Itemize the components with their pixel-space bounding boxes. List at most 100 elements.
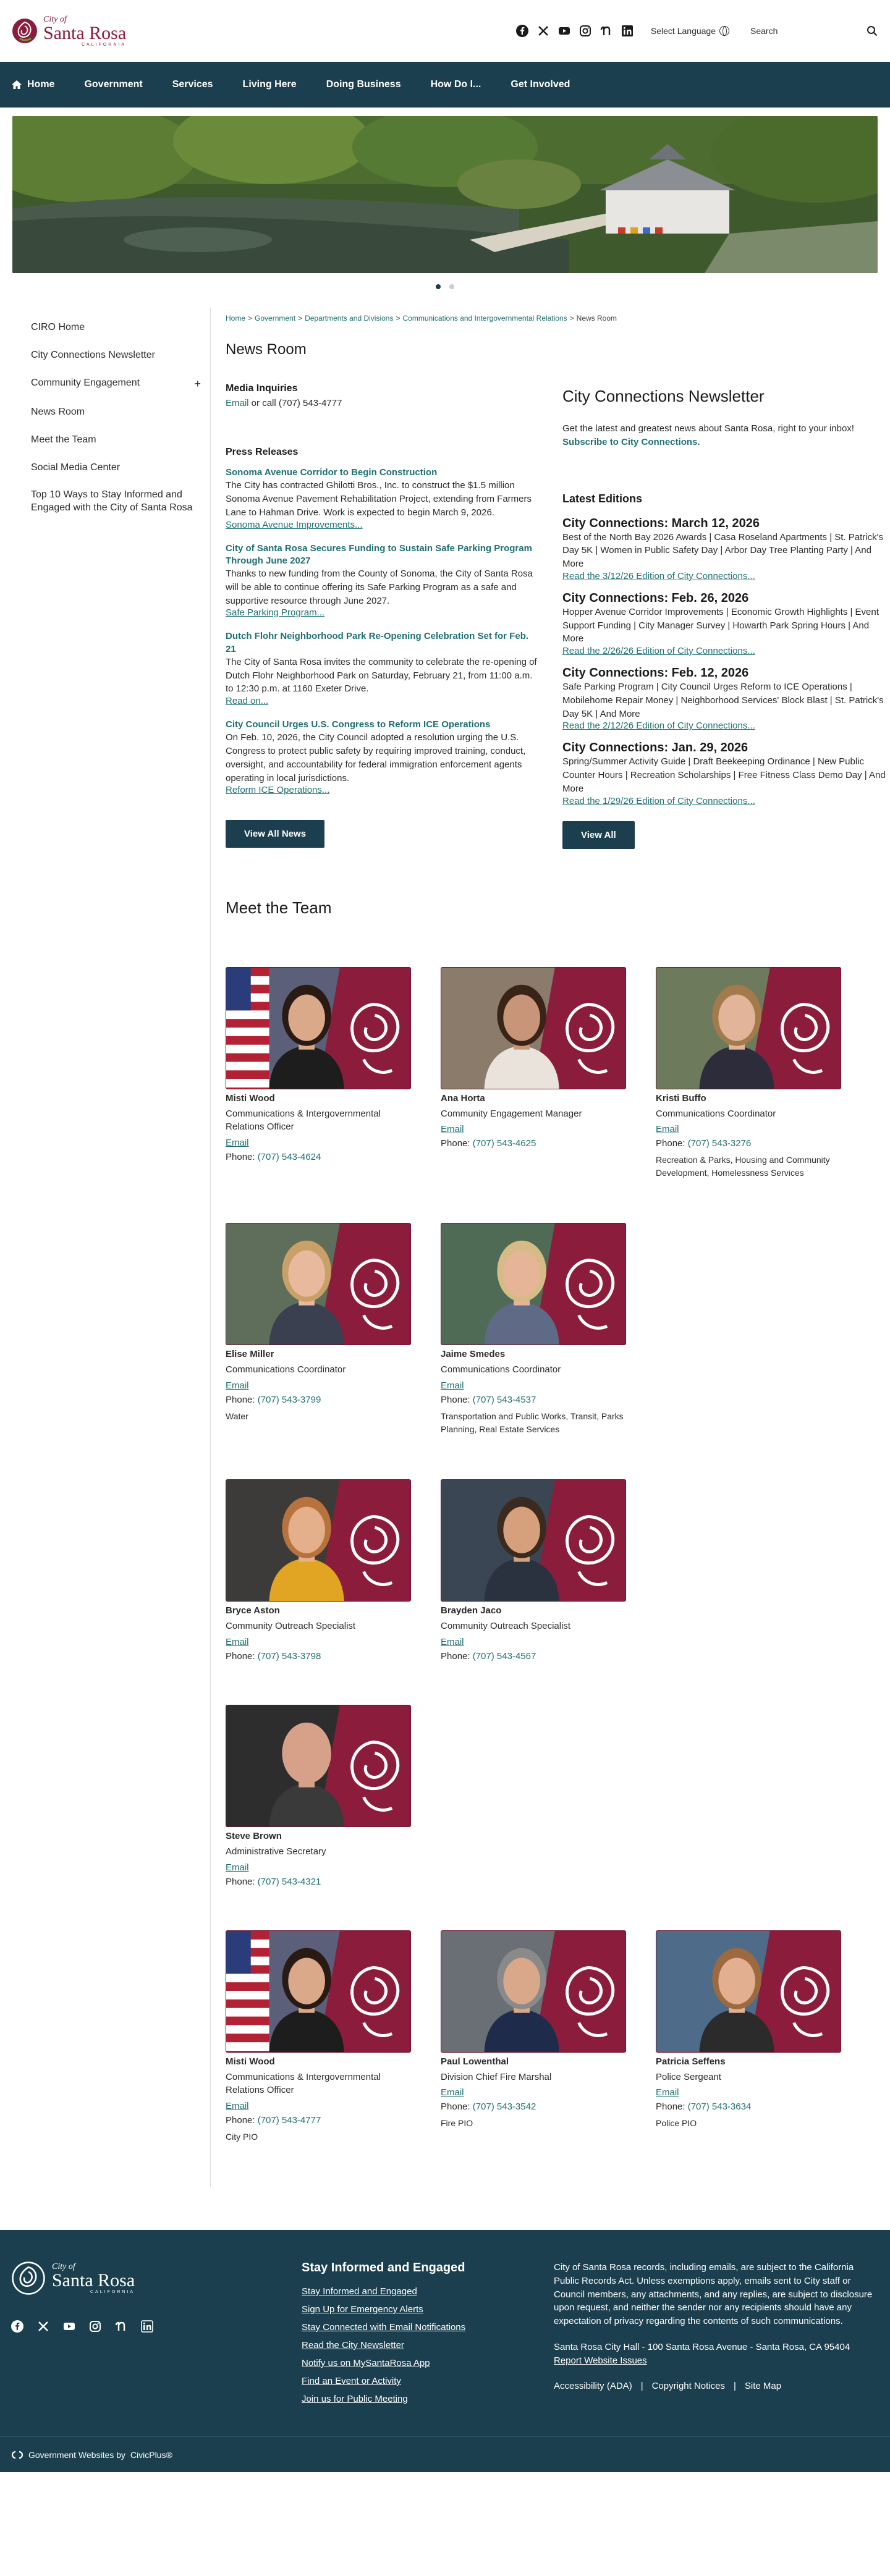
phone-link[interactable]: (707) 543-3634 [688,2101,752,2112]
footer-link[interactable]: Read the City Newsletter [302,2340,554,2350]
facebook-icon[interactable] [515,25,528,37]
team-member-email-link[interactable]: Email [441,2087,626,2098]
footer-link[interactable]: Sign Up for Emergency Alerts [302,2304,554,2315]
city-logo[interactable]: City of Santa Rosa CALIFORNIA [11,15,126,47]
edition-link[interactable]: Read the 3/12/26 Edition of City Connect… [562,571,890,581]
team-member-email-link[interactable]: Email [441,1637,626,1647]
sidebar-item-newsletter[interactable]: City Connections Newsletter [31,342,201,370]
team-photo-art [226,1930,410,2052]
logo-state-text: CALIFORNIA [82,42,127,47]
nav-government[interactable]: Government [69,62,157,108]
press-release-link[interactable]: Read on... [226,696,538,706]
footer-link[interactable]: Stay Connected with Email Notifications [302,2322,554,2333]
media-email-link[interactable]: Email [226,398,249,408]
team-member-email-link[interactable]: Email [656,2087,841,2098]
edition-link[interactable]: Read the 2/26/26 Edition of City Connect… [562,646,890,656]
instagram-icon[interactable] [579,25,591,37]
sidebar-item-meet-the-team[interactable]: Meet the Team [31,426,201,454]
nav-doing-business[interactable]: Doing Business [312,62,416,108]
team-member-name: Kristi Buffo [656,1092,706,1104]
phone-link[interactable]: (707) 543-4625 [473,1138,536,1149]
edition-summary: Hopper Avenue Corridor Improvements | Ec… [562,606,879,644]
language-selector[interactable]: Select Language [651,26,729,36]
team-photo-art [226,1480,410,1601]
team-member-photo [226,966,411,1089]
nav-services[interactable]: Services [158,62,228,108]
team-member-email-link[interactable]: Email [226,1637,411,1647]
press-release-link[interactable]: Safe Parking Program... [226,607,538,618]
team-member-email-link[interactable]: Email [441,1124,626,1134]
team-member-phone: Phone: (707) 543-4777 [226,2115,411,2126]
team-member-email-link[interactable]: Email [226,2101,411,2111]
view-all-editions-button[interactable]: View All [562,821,635,849]
footer-link[interactable]: Stay Informed and Engaged [302,2286,554,2297]
footer-link[interactable]: Notify us on MySantaRosa App [302,2358,554,2368]
carousel-dot-1[interactable] [436,284,441,289]
footer-logo[interactable]: City of Santa Rosa CALIFORNIA [11,2261,302,2295]
nav-living-here[interactable]: Living Here [228,62,312,108]
breadcrumb-link[interactable]: Departments and Divisions [305,314,393,323]
site-map-link[interactable]: Site Map [745,2380,781,2393]
sidebar-item-ciro-home[interactable]: CIRO Home [31,314,201,342]
youtube-icon[interactable] [558,25,570,37]
sidebar-item-news-room[interactable]: News Room [31,399,201,426]
press-release-title[interactable]: Sonoma Avenue Corridor to Begin Construc… [226,467,538,479]
copyright-link[interactable]: Copyright Notices [652,2380,725,2393]
subscribe-link[interactable]: Subscribe to City Connections. [562,437,700,447]
phone-link[interactable]: (707) 543-3542 [473,2101,536,2112]
edition-link[interactable]: Read the 2/12/26 Edition of City Connect… [562,720,890,731]
media-inquiries-heading: Media Inquiries [226,383,298,394]
phone-link[interactable]: (707) 543-4567 [473,1651,536,1662]
press-release-title[interactable]: City of Santa Rosa Secures Funding to Su… [226,543,538,568]
breadcrumb-link[interactable]: Home [226,314,245,323]
x-icon[interactable] [37,2320,49,2333]
press-release-title[interactable]: City Council Urges U.S. Congress to Refo… [226,719,538,731]
phone-link[interactable]: (707) 543-3799 [258,1395,321,1405]
linkedin-icon[interactable] [141,2320,153,2333]
phone-link[interactable]: (707) 543-4777 [258,2115,321,2126]
nav-home[interactable]: Home [11,62,69,108]
press-release-link[interactable]: Sonoma Avenue Improvements... [226,520,538,530]
instagram-icon[interactable] [89,2320,101,2333]
expand-plus-icon[interactable]: + [194,377,201,391]
sidebar-item-social-media[interactable]: Social Media Center [31,454,201,482]
accessibility-link[interactable]: Accessibility (ADA) [554,2380,632,2393]
team-member-email-link[interactable]: Email [441,1380,626,1391]
x-icon[interactable] [537,25,549,37]
footer-link[interactable]: Find an Event or Activity [302,2376,554,2386]
team-member-email-link[interactable]: Email [226,1862,411,1873]
team-member-name: Paul Lowenthal [441,2056,509,2067]
breadcrumb-link[interactable]: Government [255,314,295,323]
youtube-icon[interactable] [63,2320,75,2333]
report-issues-link[interactable]: Report Website Issues [554,2355,647,2366]
press-release-title[interactable]: Dutch Flohr Neighborhood Park Re-Opening… [226,630,538,656]
nav-how-do-i[interactable]: How Do I... [416,62,496,108]
phone-link[interactable]: (707) 543-3798 [258,1651,321,1662]
search-input[interactable] [748,22,859,40]
team-member-title: Police Sergeant [656,2071,721,2082]
sidebar-item-community-engagement[interactable]: Community Engagement + [31,370,201,399]
footer-link[interactable]: Join us for Public Meeting [302,2394,554,2404]
sidebar-item-top-10-ways[interactable]: Top 10 Ways to Stay Informed and Engaged… [31,481,201,522]
nextdoor-icon[interactable] [115,2320,127,2333]
carousel-dot-2[interactable] [449,284,454,289]
linkedin-icon[interactable] [621,25,634,37]
phone-link[interactable]: (707) 543-4321 [258,1877,321,1887]
facebook-icon[interactable] [11,2320,23,2333]
phone-link[interactable]: (707) 543-4537 [473,1395,536,1405]
team-member-email-link[interactable]: Email [226,1138,411,1148]
press-release-link[interactable]: Reform ICE Operations... [226,785,538,795]
civicplus-link[interactable]: CivicPlus® [130,2450,172,2460]
edition-list: City Connections: March 12, 2026 Best of … [562,517,890,806]
search-icon[interactable] [867,25,878,36]
phone-link[interactable]: (707) 543-3276 [688,1138,752,1149]
team-member-photo [656,966,841,1089]
edition-link[interactable]: Read the 1/29/26 Edition of City Connect… [562,796,890,806]
breadcrumb-link[interactable]: Communications and Intergovernmental Rel… [403,314,567,323]
team-member-email-link[interactable]: Email [656,1124,841,1134]
nextdoor-icon[interactable] [600,25,612,37]
phone-link[interactable]: (707) 543-4624 [258,1152,321,1162]
team-member-email-link[interactable]: Email [226,1380,411,1391]
nav-get-involved[interactable]: Get Involved [496,62,585,108]
view-all-news-button[interactable]: View All News [226,820,325,848]
